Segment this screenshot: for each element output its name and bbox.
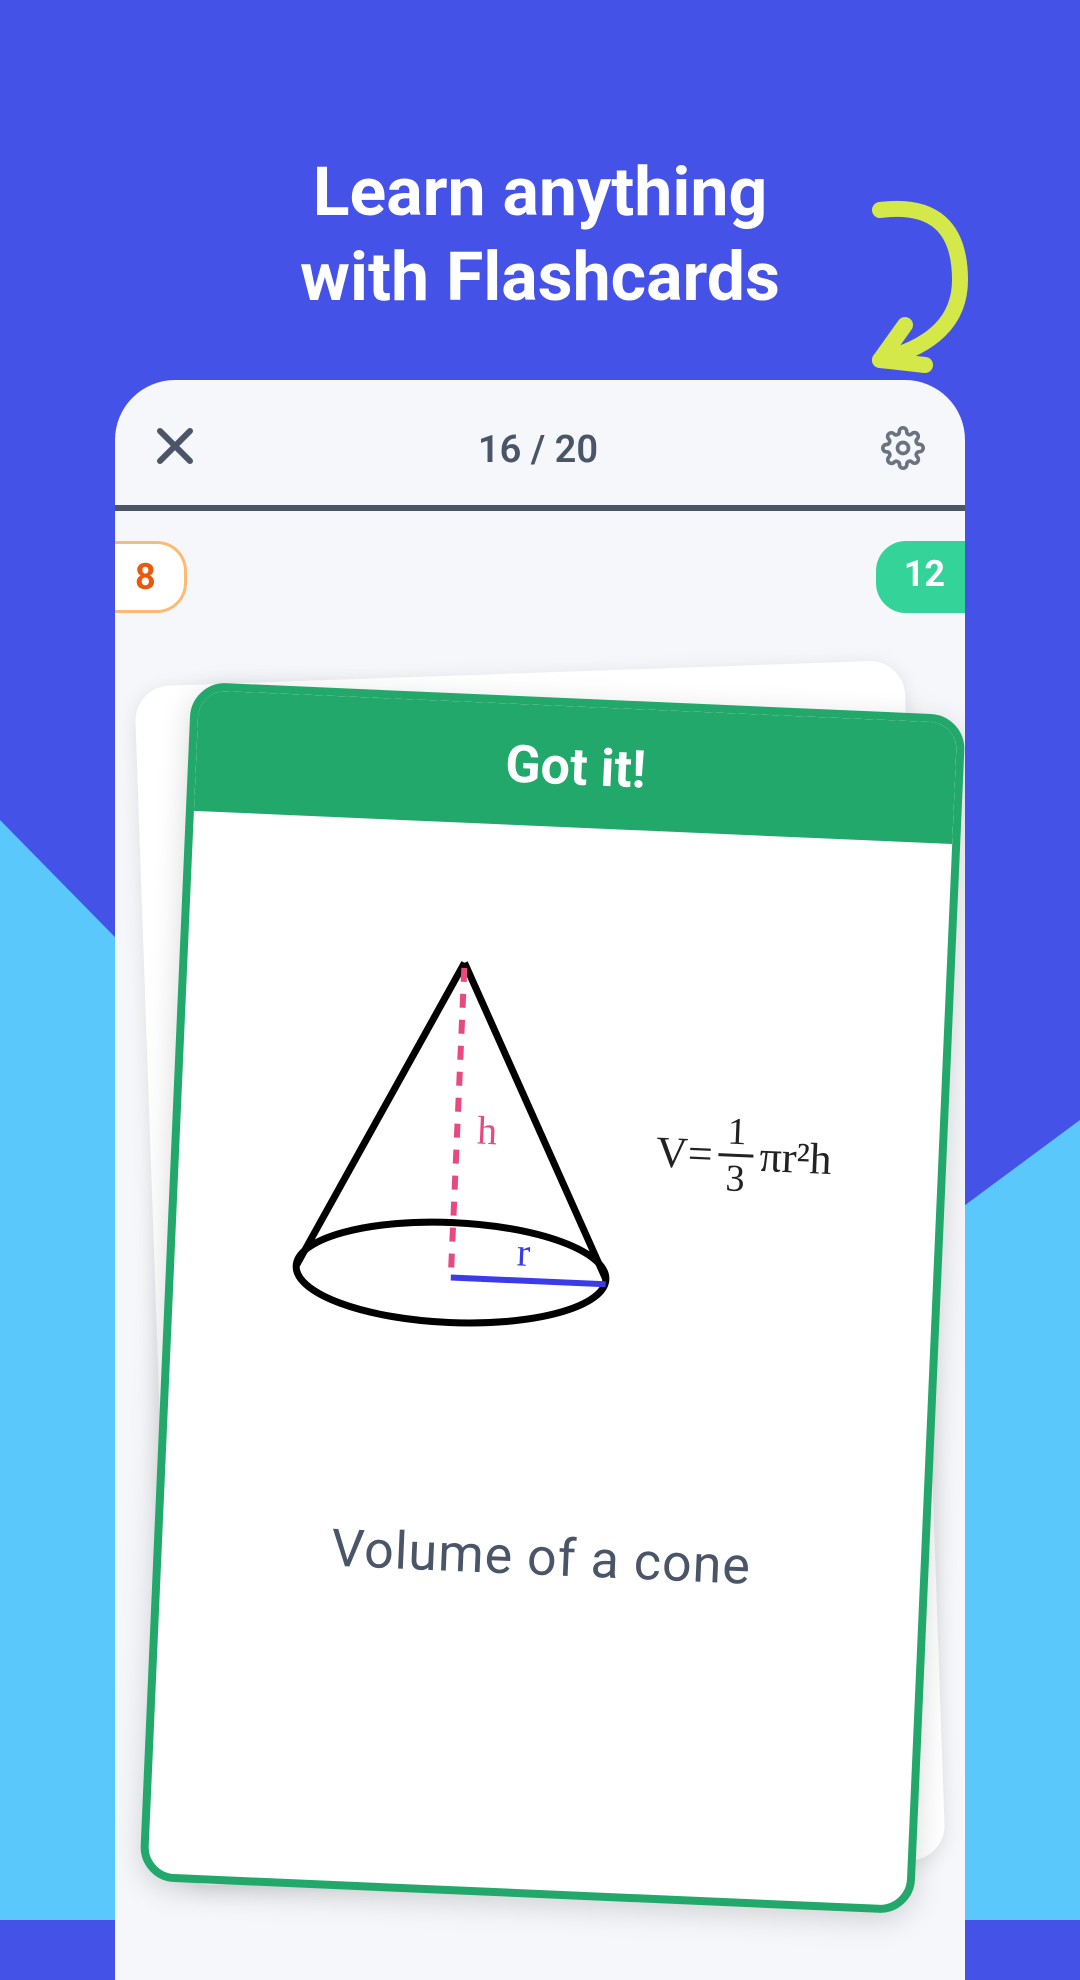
diagram-area: h r V= 1 3 πr²h: [211, 933, 907, 1362]
curved-arrow-icon: [830, 180, 990, 384]
phone-mockup: 16 / 20 8 12 Got it!: [115, 380, 965, 1980]
volume-formula: V= 1 3 πr²h: [654, 1106, 833, 1205]
card-body: h r V= 1 3 πr²h Volume of a cone: [147, 811, 952, 1907]
flashcard-front[interactable]: Got it! h r V= 1: [139, 682, 965, 1915]
score-row: 8 12: [115, 511, 965, 643]
settings-button[interactable]: [881, 426, 925, 474]
cone-diagram-icon: h r: [278, 935, 635, 1349]
formula-suffix: πr²h: [759, 1130, 833, 1184]
flashcard-stack: Got it! h r V= 1: [145, 673, 935, 1873]
height-label: h: [476, 1108, 498, 1154]
formula-fraction: 1 3: [717, 1109, 756, 1201]
correct-count-badge: 12: [876, 541, 965, 613]
close-button[interactable]: [155, 425, 195, 475]
formula-denominator: 3: [717, 1156, 754, 1201]
progress-counter: 16 / 20: [478, 428, 598, 472]
app-header: 16 / 20: [115, 380, 965, 505]
gear-icon: [881, 426, 925, 470]
incorrect-count-badge: 8: [115, 541, 187, 613]
formula-numerator: 1: [719, 1109, 756, 1157]
formula-prefix: V=: [655, 1126, 714, 1179]
card-caption: Volume of a cone: [201, 1512, 882, 1603]
radius-label: r: [516, 1229, 531, 1275]
